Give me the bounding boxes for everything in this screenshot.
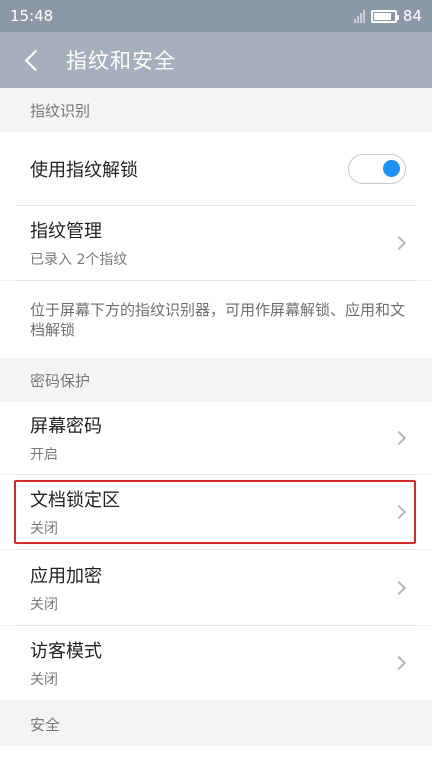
guest-mode-row[interactable]: 访客模式 关闭 xyxy=(0,626,432,700)
page-title: 指纹和安全 xyxy=(66,49,176,73)
screen-password-row[interactable]: 屏幕密码 开启 xyxy=(0,402,432,474)
document-lock-row[interactable]: 文档锁定区 关闭 xyxy=(0,475,432,549)
section-header-fingerprint: 指纹识别 xyxy=(0,88,432,132)
app-encryption-label: 应用加密 xyxy=(30,565,102,587)
fingerprint-unlock-label: 使用指纹解锁 xyxy=(30,160,138,181)
status-icons: 84 xyxy=(353,7,422,25)
chevron-right-icon xyxy=(391,235,407,251)
document-lock-status: 关闭 xyxy=(30,521,58,537)
fingerprint-unlock-toggle[interactable] xyxy=(348,154,406,184)
status-bar: 15:48 84 xyxy=(0,0,432,32)
section-header-password: 密码保护 xyxy=(0,358,432,402)
chevron-right-icon xyxy=(391,580,407,595)
battery-percent: 84 xyxy=(402,7,422,25)
app-encryption-row[interactable]: 应用加密 关闭 xyxy=(0,550,432,625)
fingerprint-unlock-row[interactable]: 使用指纹解锁 xyxy=(0,132,432,206)
fingerprint-description-row: 位于屏幕下方的指纹识别器，可用作屏幕解锁、应用和文档解锁 xyxy=(0,281,432,358)
status-time: 15:48 xyxy=(10,7,54,25)
chevron-right-icon xyxy=(391,504,407,520)
guest-mode-label: 访客模式 xyxy=(30,641,102,662)
screen-password-status: 开启 xyxy=(30,447,58,463)
back-arrow-icon[interactable] xyxy=(22,50,42,70)
app-encryption-status: 关闭 xyxy=(30,596,58,613)
section-header-security: 安全 xyxy=(0,702,432,746)
screen-password-label: 屏幕密码 xyxy=(30,416,102,437)
guest-mode-status: 关闭 xyxy=(30,672,58,688)
fingerprint-description: 位于屏幕下方的指纹识别器，可用作屏幕解锁、应用和文档解锁 xyxy=(30,300,406,339)
toggle-knob xyxy=(383,160,400,177)
fingerprint-manage-sub: 已录入 2个指纹 xyxy=(30,252,128,268)
document-lock-label: 文档锁定区 xyxy=(30,490,120,511)
chevron-right-icon xyxy=(391,430,407,446)
signal-icon xyxy=(353,9,365,23)
security-row[interactable] xyxy=(0,746,432,768)
fingerprint-manage-label: 指纹管理 xyxy=(30,221,102,242)
app-bar: 指纹和安全 xyxy=(0,32,432,88)
fingerprint-manage-row[interactable]: 指纹管理 已录入 2个指纹 xyxy=(0,206,432,280)
chevron-right-icon xyxy=(391,655,407,671)
battery-icon xyxy=(370,9,399,23)
